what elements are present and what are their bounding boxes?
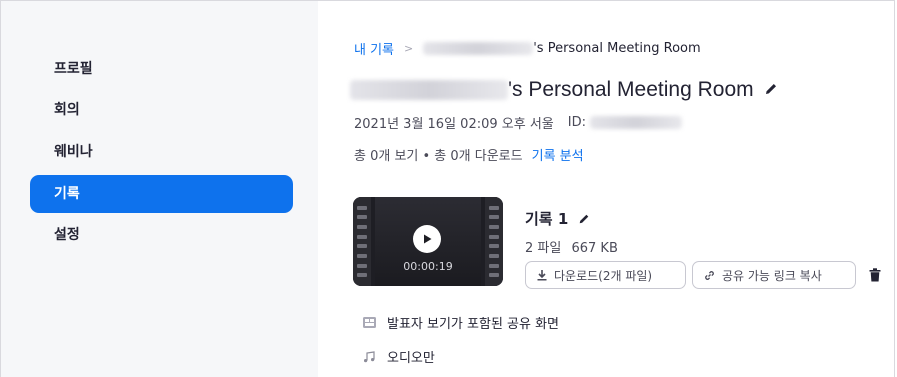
recording-stats: 총 0개 보기 • 총 0개 다운로드 기록 분석 xyxy=(354,145,584,164)
recording-title: 기록 1 xyxy=(525,208,590,229)
sidebar-item-recordings[interactable]: 기록 xyxy=(30,175,293,213)
download-button-label: 다운로드(2개 파일) xyxy=(554,268,653,283)
recording-duration: 00:00:19 xyxy=(403,260,453,273)
sidebar-item-meetings[interactable]: 회의 xyxy=(30,91,293,129)
sidebar: 프로필 회의 웨비나 기록 설정 xyxy=(1,1,318,377)
recording-file-count: 2 파일 xyxy=(525,241,562,256)
play-icon[interactable] xyxy=(413,225,441,253)
redacted-meeting-id xyxy=(589,116,682,129)
file-row-shared-screen[interactable]: 발표자 보기가 포함된 공유 화면 xyxy=(362,313,559,332)
recording-thumbnail[interactable]: 00:00:19 xyxy=(353,197,503,286)
breadcrumb-separator: > xyxy=(404,42,414,55)
recording-title-text: 기록 1 xyxy=(525,210,569,228)
view-download-counts: 총 0개 보기 • 총 0개 다운로드 xyxy=(354,149,523,164)
copy-share-link-button[interactable]: 공유 가능 링크 복사 xyxy=(692,261,856,289)
main-content: 내 기록 > 's Personal Meeting Room 's Perso… xyxy=(318,1,895,377)
screen-share-icon xyxy=(362,317,376,328)
breadcrumb: 내 기록 > 's Personal Meeting Room xyxy=(354,39,701,58)
share-button-label: 공유 가능 링크 복사 xyxy=(722,268,822,283)
link-icon xyxy=(705,270,714,280)
redacted-title-name xyxy=(350,80,508,100)
sidebar-item-settings[interactable]: 설정 xyxy=(30,216,293,254)
edit-title-pencil-icon[interactable] xyxy=(764,81,778,100)
file-label-shared-screen: 발표자 보기가 포함된 공유 화면 xyxy=(387,317,560,332)
file-row-audio[interactable]: 오디오만 xyxy=(362,347,435,366)
sidebar-item-webinars[interactable]: 웨비나 xyxy=(30,133,293,171)
music-note-icon xyxy=(362,350,376,363)
breadcrumb-current: 's Personal Meeting Room xyxy=(533,41,701,56)
sidebar-item-profile[interactable]: 프로필 xyxy=(30,50,293,88)
meeting-id-label: ID: xyxy=(567,115,586,130)
page-title: 's Personal Meeting Room xyxy=(350,78,778,102)
recording-file-info: 2 파일 667 KB xyxy=(525,237,618,256)
meeting-datetime: 2021년 3월 16일 02:09 오후 서울 xyxy=(354,117,554,132)
recording-size: 667 KB xyxy=(571,241,618,256)
trash-icon[interactable] xyxy=(869,267,881,286)
file-label-audio: 오디오만 xyxy=(387,351,435,366)
download-button[interactable]: 다운로드(2개 파일) xyxy=(525,261,686,289)
breadcrumb-root-link[interactable]: 내 기록 xyxy=(354,39,394,58)
meeting-meta: 2021년 3월 16일 02:09 오후 서울 ID: xyxy=(354,113,682,132)
edit-recording-pencil-icon[interactable] xyxy=(578,213,590,225)
download-icon xyxy=(537,270,547,281)
redacted-host-name xyxy=(423,42,534,55)
page-title-text: 's Personal Meeting Room xyxy=(508,78,754,101)
recording-analytics-link[interactable]: 기록 분석 xyxy=(532,145,584,164)
